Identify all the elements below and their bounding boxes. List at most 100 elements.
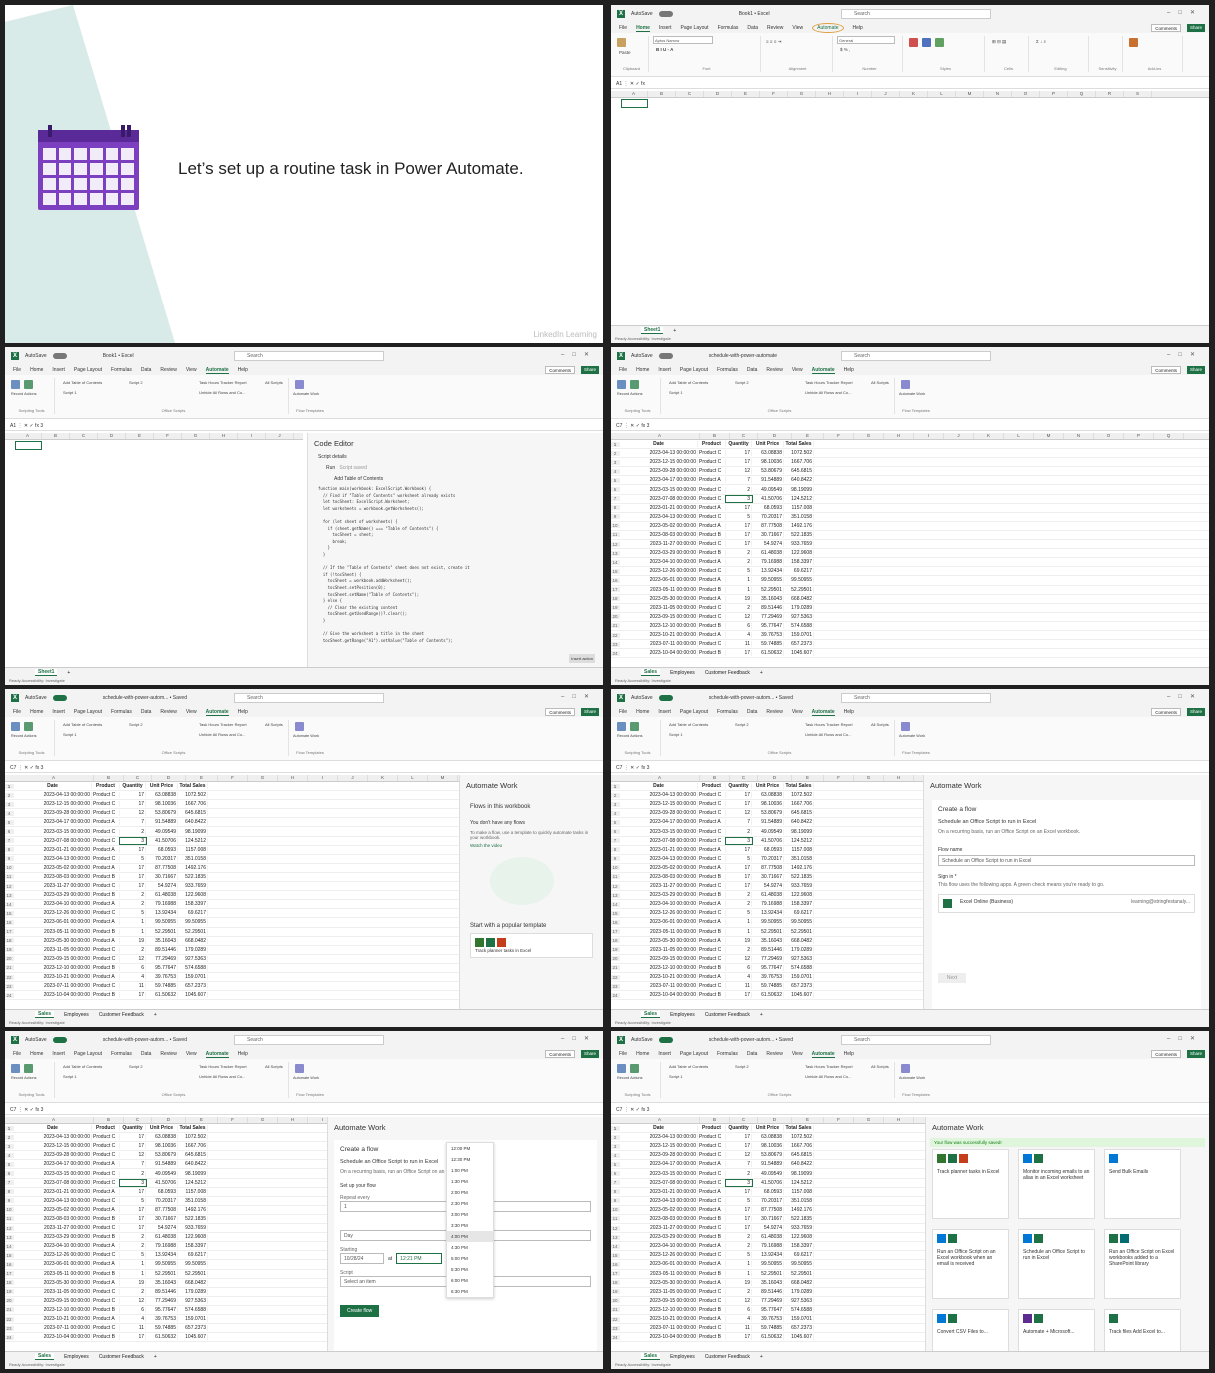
table-cell[interactable]: 17 [120, 792, 146, 799]
table-cell[interactable]: 17 [120, 864, 146, 871]
table-cell[interactable]: 17 [726, 864, 752, 871]
table-cell[interactable]: 2 [120, 892, 146, 899]
table-cell[interactable]: Product C [698, 468, 726, 475]
table-cell[interactable]: 53.80679 [146, 810, 178, 817]
table-cell[interactable]: Product B [698, 892, 726, 899]
table-cell[interactable]: 574.6588 [178, 1306, 208, 1313]
time-option[interactable]: 12:00 PM [447, 1143, 493, 1154]
table-cell[interactable]: 98.19099 [784, 828, 814, 835]
table-cell[interactable]: 1072.502 [178, 792, 208, 799]
add-ins-icon[interactable] [1129, 38, 1138, 47]
table-row[interactable]: 15 2023-12-26 00:00:00 Product C 5 13.92434 6… [5, 1251, 327, 1261]
table-cell[interactable]: 2023-05-30 00:00:00 [14, 937, 92, 944]
table-row[interactable]: 7 2023-07-08 00:00:00 Product C 3 41.50706 12… [611, 494, 1209, 504]
table-cell[interactable]: 99.50955 [146, 1261, 178, 1268]
table-row[interactable]: 4 2023-09-28 00:00:00 Product C 12 53.80679 6… [611, 467, 1209, 477]
table-cell[interactable]: 89.51446 [146, 946, 178, 953]
table-cell[interactable]: 645.6815 [784, 810, 814, 817]
table-cell[interactable]: 2023-10-21 00:00:00 [620, 974, 698, 981]
table-row[interactable]: 16 2023-06-01 00:00:00 Product A 1 99.50955 9… [611, 576, 1209, 586]
all-scripts-button[interactable]: All Scripts [265, 722, 285, 727]
new-script-icon[interactable] [24, 1064, 33, 1073]
script-1[interactable]: Script 1 [669, 1074, 683, 1079]
table-cell[interactable]: 2023-12-15 00:00:00 [14, 801, 92, 808]
table-cell[interactable]: 933.7659 [784, 1225, 814, 1232]
table-cell[interactable]: Product C [698, 1134, 726, 1141]
table-cell[interactable]: 1 [120, 928, 146, 935]
table-cell[interactable]: 17 [726, 531, 752, 538]
table-cell[interactable]: Product C [698, 1288, 726, 1295]
add-sheet-button[interactable]: + [154, 1354, 157, 1360]
table-cell[interactable]: 77.29469 [752, 613, 784, 620]
menu-item[interactable]: Page Layout [680, 367, 708, 373]
menu-item[interactable]: Review [160, 1051, 176, 1057]
table-cell[interactable]: 2023-04-13 00:00:00 [14, 792, 92, 799]
table-row[interactable]: 12 2023-11-27 00:00:00 Product C 17 54.9274 9… [5, 1224, 327, 1234]
table-cell[interactable]: 1045.607 [784, 650, 814, 657]
table-cell[interactable]: 99.50955 [784, 1261, 814, 1268]
table-cell[interactable]: Product C [698, 792, 726, 799]
table-cell[interactable]: Product C [92, 955, 120, 962]
menu-formulas[interactable]: Formulas [718, 25, 739, 31]
script-task-hours[interactable]: Task Hours Tracker Report [805, 1064, 853, 1069]
table-cell[interactable]: 2023-09-28 00:00:00 [14, 1152, 92, 1159]
table-cell[interactable]: 12 [726, 1152, 752, 1159]
table-row[interactable]: 15 2023-12-26 00:00:00 Product C 5 13.92434 6… [611, 567, 1209, 577]
menu-item[interactable]: Formulas [111, 367, 132, 373]
table-cell[interactable]: Product A [698, 504, 726, 511]
table-cell[interactable]: 2023-12-10 00:00:00 [14, 1306, 92, 1313]
table-cell[interactable]: 79.16988 [146, 901, 178, 908]
connector-account[interactable]: learning@stringfestanaly... [1131, 899, 1190, 908]
table-cell[interactable]: 91.54889 [752, 819, 784, 826]
table-cell[interactable]: 2023-12-10 00:00:00 [620, 964, 698, 971]
table-cell[interactable]: 2023-01-21 00:00:00 [620, 1188, 698, 1195]
table-cell[interactable]: 13.92434 [146, 910, 178, 917]
table-cell[interactable]: 2023-12-15 00:00:00 [620, 1143, 698, 1150]
table-cell[interactable]: Product A [698, 846, 726, 853]
menu-review[interactable]: Review [767, 25, 783, 31]
tab-customer-feedback[interactable]: Customer Feedback [705, 1012, 750, 1018]
table-cell[interactable]: 12 [726, 955, 752, 962]
table-cell[interactable]: 6 [120, 964, 146, 971]
table-row[interactable]: 19 2023-11-05 00:00:00 Product C 2 89.51446 1… [611, 604, 1209, 613]
table-cell[interactable]: 927.5363 [784, 955, 814, 962]
table-cell[interactable]: 122.9608 [178, 892, 208, 899]
menu-item[interactable]: Page Layout [74, 1051, 102, 1057]
table-cell[interactable]: 1 [726, 928, 752, 935]
table-cell[interactable]: 30.71667 [752, 1215, 784, 1222]
table-cell[interactable]: 2023-01-21 00:00:00 [14, 846, 92, 853]
menu-file[interactable]: File [619, 25, 627, 31]
table-row[interactable]: 20 2023-09-15 00:00:00 Product C 12 77.29469… [611, 613, 1209, 622]
table-cell[interactable]: 2023-10-21 00:00:00 [620, 632, 698, 639]
name-box[interactable]: A1 [10, 423, 16, 429]
menu-item[interactable]: Home [636, 367, 649, 373]
table-cell[interactable]: 13.92434 [146, 1252, 178, 1259]
table-cell[interactable]: 933.7659 [178, 1225, 208, 1232]
table-cell[interactable]: 1045.607 [178, 992, 208, 999]
table-cell[interactable]: Product C [92, 1134, 120, 1141]
script-1[interactable]: Script 1 [63, 390, 77, 395]
table-cell[interactable]: 668.0482 [784, 595, 814, 602]
table-row[interactable]: 22 2023-10-21 00:00:00 Product A 4 39.76753 1… [611, 973, 923, 983]
table-cell[interactable]: 12 [726, 613, 752, 620]
table-cell[interactable]: 2023-05-11 00:00:00 [620, 928, 698, 935]
new-script-icon[interactable] [630, 1064, 639, 1073]
table-row[interactable]: 17 2023-05-11 00:00:00 Product B 1 52.29501 5… [611, 928, 923, 937]
table-cell[interactable]: 2023-03-15 00:00:00 [14, 1170, 92, 1177]
table-cell[interactable]: 2023-05-11 00:00:00 [14, 1270, 92, 1277]
table-row[interactable]: 11 2023-08-03 00:00:00 Product B 17 30.71667… [611, 1215, 925, 1225]
table-cell[interactable]: 70.20317 [146, 855, 178, 862]
table-row[interactable]: 5 2023-04-17 00:00:00 Product A 7 91.54889 64… [611, 476, 1209, 486]
table-cell[interactable]: 657.2373 [784, 1325, 814, 1332]
table-cell[interactable]: 2023-05-02 00:00:00 [14, 1206, 92, 1213]
table-cell[interactable]: Product C [92, 1225, 120, 1232]
table-cell[interactable]: 2023-11-05 00:00:00 [620, 1288, 698, 1295]
table-cell[interactable]: 2023-04-13 00:00:00 [620, 513, 698, 520]
menu-item[interactable]: Review [766, 367, 782, 373]
table-cell[interactable]: 69.6217 [178, 1252, 208, 1259]
table-cell[interactable]: 41.50706 [752, 495, 784, 502]
table-cell[interactable]: 54.9274 [752, 1225, 784, 1232]
table-cell[interactable]: 61.48038 [146, 892, 178, 899]
table-cell[interactable]: Product B [698, 964, 726, 971]
table-cell[interactable]: 2023-07-11 00:00:00 [620, 1325, 698, 1332]
